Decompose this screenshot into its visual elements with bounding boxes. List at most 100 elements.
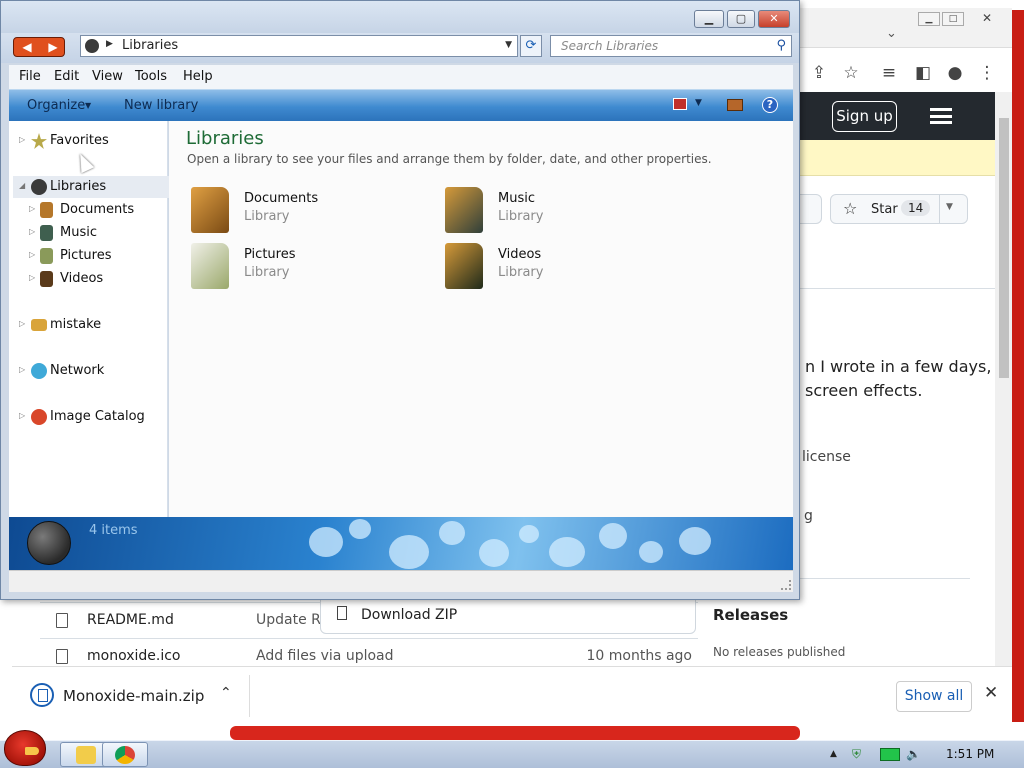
clock[interactable]: 1:51 PM	[946, 747, 994, 761]
menu-edit[interactable]: Edit	[54, 69, 79, 84]
new-library-button[interactable]: New library	[124, 98, 198, 113]
file-name[interactable]: README.md	[87, 612, 174, 628]
menu-view[interactable]: View	[92, 69, 123, 84]
library-thumbnail-icon	[27, 521, 71, 565]
back-arrow-icon[interactable]: ◀	[14, 38, 40, 58]
resize-grip-icon[interactable]	[781, 580, 791, 590]
music-icon	[40, 225, 53, 241]
videos-library-icon	[445, 243, 483, 289]
expand-arrow-icon[interactable]: ▷	[19, 135, 25, 144]
download-options-chevron-icon[interactable]: ⌃	[220, 685, 232, 701]
nav-item-libraries[interactable]: ◢ Libraries	[13, 176, 169, 198]
explorer-title-bar[interactable]: ▁ ▢ ✕	[1, 1, 799, 33]
menu-help[interactable]: Help	[183, 69, 213, 84]
star-button[interactable]: ☆ Star 14 ▼	[830, 194, 968, 224]
forward-arrow-icon[interactable]: ▶	[40, 38, 66, 58]
commit-message[interactable]: Update RE	[256, 612, 330, 628]
star-count: 14	[901, 200, 931, 216]
nav-item-favorites[interactable]: ▷ Favorites	[13, 130, 169, 152]
browser-close-button[interactable]: ✕	[976, 12, 998, 26]
volume-icon[interactable]: 🔈	[906, 747, 921, 761]
library-name: Videos	[498, 247, 542, 262]
expand-arrow-icon[interactable]: ▷	[19, 411, 25, 420]
nav-label: Documents	[60, 202, 135, 217]
expand-arrow-icon[interactable]: ▷	[19, 319, 25, 328]
expand-arrow-icon[interactable]: ▷	[29, 250, 35, 259]
download-bar: Monoxide-main.zip ⌃ Show all ✕	[12, 666, 1012, 724]
refresh-icon[interactable]: ⟳	[520, 35, 542, 57]
show-hidden-icons-icon[interactable]: ▲	[830, 749, 837, 759]
library-name: Documents	[244, 191, 319, 206]
search-input[interactable]: Search Libraries ⚲	[550, 35, 792, 57]
nav-label: Pictures	[60, 248, 112, 263]
browser-minimize-button[interactable]: ▁	[918, 12, 940, 26]
menu-tools[interactable]: Tools	[135, 69, 167, 84]
image-catalog-icon	[31, 409, 47, 425]
file-icon	[56, 649, 68, 664]
address-dropdown-icon[interactable]: ▼	[505, 40, 512, 50]
search-icon[interactable]: ⚲	[776, 38, 786, 53]
releases-heading[interactable]: Releases	[713, 606, 788, 624]
download-filename[interactable]: Monoxide-main.zip	[63, 687, 204, 705]
change-view-icon[interactable]	[673, 98, 687, 110]
hamburger-menu-icon[interactable]	[930, 108, 952, 124]
download-divider	[249, 675, 250, 717]
documents-library-icon	[191, 187, 229, 233]
explorer-address-row: ◀ ▶ ▶ Libraries ▼ ⟳ Search Libraries ⚲	[1, 33, 799, 63]
minimize-button[interactable]: ▁	[694, 10, 724, 28]
menu-file[interactable]: File	[19, 69, 41, 84]
nav-item-image-catalog[interactable]: ▷ Image Catalog	[13, 406, 169, 428]
collapse-arrow-icon[interactable]: ◢	[19, 181, 25, 190]
side-panel-icon[interactable]: ◧	[912, 63, 934, 83]
libraries-icon	[85, 39, 99, 53]
tab-search-chevron-icon[interactable]: ⌄	[886, 26, 897, 41]
expand-arrow-icon[interactable]: ▷	[29, 273, 35, 282]
library-type: Library	[498, 265, 544, 280]
organize-button[interactable]: Organize	[27, 98, 85, 113]
reading-list-icon[interactable]: ≡	[878, 63, 900, 83]
nav-item-music[interactable]: ▷ Music	[23, 222, 179, 244]
address-bar[interactable]: ▶ Libraries ▼	[80, 35, 518, 57]
library-item-videos[interactable]: Videos Library	[445, 243, 675, 293]
nav-label: mistake	[50, 317, 102, 332]
nav-item-network[interactable]: ▷ Network	[13, 360, 169, 382]
help-icon[interactable]: ?	[762, 97, 778, 113]
sign-up-button[interactable]: Sign up	[832, 101, 897, 132]
nav-item-videos[interactable]: ▷ Videos	[23, 268, 179, 290]
file-name[interactable]: monoxide.ico	[87, 648, 181, 664]
browser-menu-icon[interactable]: ⋮	[976, 63, 998, 83]
profile-icon[interactable]: ●	[944, 63, 966, 83]
breadcrumb-arrow-icon[interactable]: ▶	[106, 39, 113, 49]
close-button[interactable]: ✕	[758, 10, 790, 28]
expand-arrow-icon[interactable]: ▷	[19, 365, 25, 374]
library-item-music[interactable]: Music Library	[445, 187, 675, 237]
browser-maximize-button[interactable]: □	[942, 12, 964, 26]
explorer-window[interactable]: ▁ ▢ ✕ ◀ ▶ ▶ Libraries ▼ ⟳ Search Librari…	[0, 0, 800, 600]
commit-message[interactable]: Add files via upload	[256, 648, 394, 664]
library-item-documents[interactable]: Documents Library	[191, 187, 421, 237]
expand-arrow-icon[interactable]: ▷	[29, 227, 35, 236]
taskbar-chrome-button[interactable]	[102, 742, 148, 767]
nav-item-documents[interactable]: ▷ Documents	[23, 199, 179, 221]
file-icon	[56, 613, 68, 628]
nav-item-pictures[interactable]: ▷ Pictures	[23, 245, 179, 267]
address-text[interactable]: Libraries	[122, 38, 178, 53]
license-link[interactable]: license	[802, 449, 851, 465]
status-bar	[9, 570, 793, 592]
show-all-button[interactable]: Show all	[896, 681, 972, 712]
preview-pane-icon[interactable]	[727, 99, 743, 111]
view-dropdown-icon[interactable]: ▼	[695, 98, 702, 108]
nav-item-mistake[interactable]: ▷ mistake	[13, 314, 169, 336]
maximize-button[interactable]: ▢	[727, 10, 755, 28]
security-shield-icon[interactable]: ⛨	[852, 747, 861, 762]
library-item-pictures[interactable]: Pictures Library	[191, 243, 421, 293]
organize-dropdown-icon[interactable]: ▼	[85, 101, 91, 110]
star-dropdown-icon[interactable]: ▼	[946, 202, 953, 212]
share-icon[interactable]: ⇪	[808, 63, 830, 83]
close-download-bar-icon[interactable]: ✕	[984, 683, 998, 703]
start-button-icon[interactable]	[4, 730, 46, 766]
expand-arrow-icon[interactable]: ▷	[29, 204, 35, 213]
battery-icon[interactable]	[880, 748, 900, 761]
bookmark-star-icon[interactable]: ☆	[840, 63, 862, 83]
scrollbar-thumb[interactable]	[999, 118, 1009, 378]
